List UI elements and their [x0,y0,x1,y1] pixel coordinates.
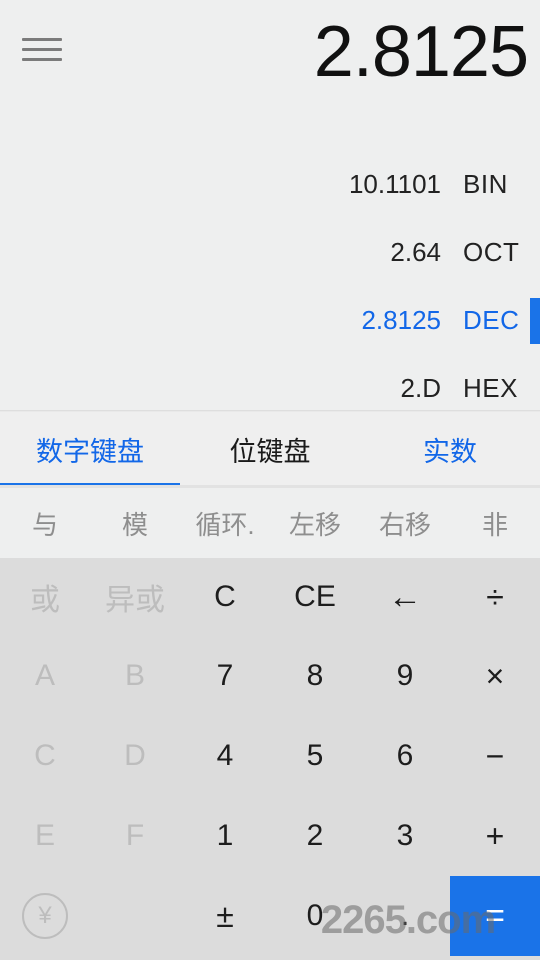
base-label-oct: OCT [463,236,520,267]
key-0[interactable]: 0 [270,876,360,956]
key-9[interactable]: 9 [360,636,450,716]
key-add[interactable]: + [450,796,540,876]
key-2[interactable]: 2 [270,796,360,876]
backspace-icon[interactable]: ← [360,558,450,636]
key-subtract[interactable]: − [450,716,540,796]
keypad-row-3: A B 7 8 9 × [0,636,540,716]
key-clear[interactable]: C [180,558,270,636]
key-7[interactable]: 7 [180,636,270,716]
key-hex-e[interactable]: E [0,796,90,876]
base-value-dec: 2.8125 [361,304,441,335]
base-row-oct[interactable]: 2.64 OCT [0,218,540,286]
key-hex-d[interactable]: D [90,716,180,796]
key-xor[interactable]: 异或 [90,558,180,636]
keypad-row-bitwise-1: 与 模 循环. 左移 右移 非 [0,488,540,558]
base-value-bin: 10.1101 [348,168,441,199]
key-6[interactable]: 6 [360,716,450,796]
base-value-oct: 2.64 [390,236,441,267]
base-selection-indicator-dec [530,298,540,344]
base-row-bin[interactable]: 10.1101 BIN [0,150,540,218]
key-hex-a[interactable]: A [0,636,90,716]
tab-bit-keypad[interactable]: 位键盘 [180,410,360,488]
key-shift-right[interactable]: 右移 [360,488,450,558]
keypad: 与 模 循环. 左移 右移 非 或 异或 C CE ← ÷ A B 7 8 9 … [0,488,540,960]
key-equals[interactable]: = [450,876,540,956]
base-value-hex: 2.D [400,372,441,403]
base-label-dec: DEC [463,304,520,335]
key-hex-b[interactable]: B [90,636,180,716]
key-sign-toggle[interactable]: ± [180,876,270,956]
main-display-value: 2.8125 [313,12,528,92]
key-decimal-point[interactable]: . [360,876,450,956]
key-not[interactable]: 非 [450,488,540,558]
key-mod[interactable]: 模 [90,488,180,558]
key-3[interactable]: 3 [360,796,450,876]
key-rotate[interactable]: 循环. [180,488,270,558]
tab-real-number[interactable]: 实数 [360,410,540,488]
base-label-hex: HEX [463,372,518,403]
key-or[interactable]: 或 [0,558,90,636]
key-clear-entry[interactable]: CE [270,558,360,636]
display-area: 2.8125 10.1101 BIN 2.64 OCT 2.8125 DEC 2… [0,0,540,410]
key-hex-c[interactable]: C [0,716,90,796]
key-1[interactable]: 1 [180,796,270,876]
key-4[interactable]: 4 [180,716,270,796]
tab-number-keypad[interactable]: 数字键盘 [0,410,180,488]
key-empty-slot [90,876,180,956]
keypad-row-2: 或 异或 C CE ← ÷ [0,558,540,636]
key-and[interactable]: 与 [0,488,90,558]
key-currency[interactable]: ¥ [0,876,90,956]
key-5[interactable]: 5 [270,716,360,796]
key-shift-left[interactable]: 左移 [270,488,360,558]
keypad-row-5: E F 1 2 3 + [0,796,540,876]
base-conversion-list: 10.1101 BIN 2.64 OCT 2.8125 DEC 2.D HEX [0,150,540,422]
keypad-tab-bar: 数字键盘 位键盘 实数 [0,410,540,488]
keypad-row-6: ¥ ± 0 . = [0,876,540,956]
key-8[interactable]: 8 [270,636,360,716]
base-row-dec[interactable]: 2.8125 DEC [0,286,540,354]
key-multiply[interactable]: × [450,636,540,716]
keypad-row-4: C D 4 5 6 − [0,716,540,796]
yen-circle-icon: ¥ [22,893,68,939]
calculator-app: 2.8125 10.1101 BIN 2.64 OCT 2.8125 DEC 2… [0,0,540,960]
base-label-bin: BIN [463,168,508,199]
key-hex-f[interactable]: F [90,796,180,876]
key-divide[interactable]: ÷ [450,558,540,636]
